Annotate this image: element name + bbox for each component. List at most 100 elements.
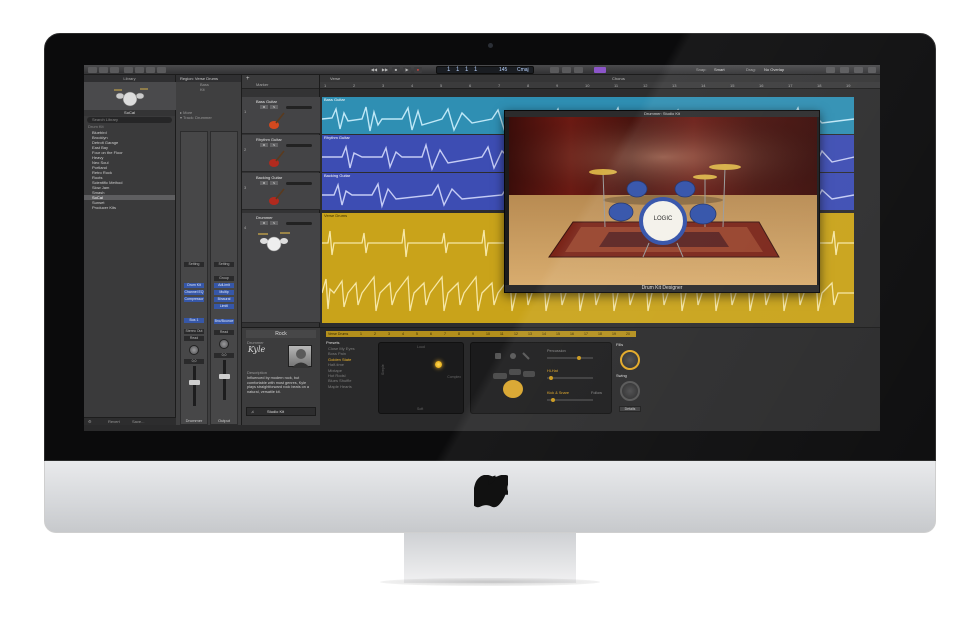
region-inspector-header[interactable]: Region: Verse Drums xyxy=(176,75,241,82)
stop-button[interactable]: ■ xyxy=(392,67,400,73)
editor-ruler[interactable]: Verse Drums 1 2 3 4 5 6 7 8 9 10 11 12 13 14 15 16 17 18 1… xyxy=(326,331,636,337)
lcd-tempo: 145 xyxy=(499,67,508,73)
kit-selector[interactable]: ♫ Studio Kit xyxy=(246,407,316,416)
slider-thumb[interactable] xyxy=(551,398,555,402)
description-label: Description xyxy=(247,370,268,375)
snap-select[interactable]: Smart xyxy=(714,67,725,72)
mute-button[interactable]: M xyxy=(260,105,268,109)
track-name: Bass Guitar xyxy=(256,99,277,104)
editor-ruler-number: 17 xyxy=(584,332,588,336)
editor-ruler-number: 13 xyxy=(528,332,532,336)
strip-output-slot[interactable]: Stereo Out xyxy=(184,329,204,334)
mixer-icon[interactable] xyxy=(146,67,155,73)
smart-controls-icon[interactable] xyxy=(135,67,144,73)
list-editors-icon[interactable] xyxy=(826,67,835,73)
track-header[interactable]: 3 Backing Guitar M S xyxy=(242,173,320,210)
count-in-button[interactable] xyxy=(594,67,606,73)
solo-button[interactable]: S xyxy=(270,181,278,185)
add-track-button[interactable]: + xyxy=(246,76,250,82)
loop-browser-icon[interactable] xyxy=(854,67,863,73)
rewind-button[interactable]: ◀◀ xyxy=(370,67,378,73)
track-header[interactable]: 1 Bass Guitar M S xyxy=(242,97,320,134)
strip-automation-read[interactable]: Read xyxy=(184,336,204,341)
solo-icon[interactable] xyxy=(574,67,583,73)
save-button[interactable]: Save... xyxy=(132,419,144,424)
preset-items: Close My Eyes Boss Pain Golden State Half-t… xyxy=(326,346,374,389)
swing-knob[interactable] xyxy=(620,381,640,401)
track-volume-slider[interactable] xyxy=(286,106,312,109)
drummer-avatar[interactable] xyxy=(288,345,312,368)
mute-button[interactable]: M xyxy=(260,143,268,147)
cycle-icon[interactable] xyxy=(550,67,559,73)
volume-fader[interactable] xyxy=(218,360,230,400)
mute-button[interactable]: M xyxy=(260,221,268,225)
play-button[interactable]: ▶ xyxy=(403,67,411,73)
revert-button[interactable]: Revert xyxy=(108,419,120,424)
volume-fader[interactable] xyxy=(188,366,200,406)
solo-button[interactable]: S xyxy=(270,221,278,225)
record-button[interactable]: ● xyxy=(414,67,422,73)
kick-snare-slider[interactable] xyxy=(547,398,593,402)
track-header[interactable]: 2 Rhythm Guitar M S xyxy=(242,135,320,172)
marker-chorus[interactable]: Chorus xyxy=(612,76,625,81)
info-button-icon[interactable] xyxy=(99,67,108,73)
strip-plugin-slot[interactable]: LimitI xyxy=(214,304,234,309)
strip-eq-slot[interactable]: Channel EQ xyxy=(184,290,204,295)
percussion-slider[interactable] xyxy=(547,356,593,360)
hihat-slider[interactable] xyxy=(547,376,593,380)
bar-ruler[interactable]: Verse Chorus 1 2 3 4 5 6 7 8 9 10 11 12 13 14 15 16 17 18… xyxy=(320,75,880,89)
preset-item[interactable]: Maple Hearts xyxy=(326,384,374,389)
fills-knob[interactable] xyxy=(620,350,640,370)
pan-knob[interactable] xyxy=(219,339,229,349)
complexity-loudness-pad[interactable]: Loud Soft Simple Complex xyxy=(378,342,464,414)
editor-ruler-number: 6 xyxy=(430,332,432,336)
notepad-icon[interactable] xyxy=(840,67,849,73)
track-volume-slider[interactable] xyxy=(286,144,312,147)
lcd-display[interactable]: 1 1 1 1 145 Cmaj xyxy=(436,66,534,74)
strip-instrument-slot[interactable]: Drum Kit xyxy=(184,283,204,288)
track-number: 2 xyxy=(244,147,247,152)
library-button-icon[interactable] xyxy=(88,67,97,73)
fader-handle[interactable] xyxy=(188,380,200,385)
kick-logo: LOGIC xyxy=(654,216,673,222)
toolbar-button-icon[interactable] xyxy=(124,67,133,73)
slider-thumb[interactable] xyxy=(549,376,553,380)
slider-thumb[interactable] xyxy=(577,356,581,360)
solo-button[interactable]: S xyxy=(270,143,278,147)
track-disclosure[interactable]: ▾ Track: Drummer xyxy=(176,115,241,120)
ruler-bar-number: 19 xyxy=(846,83,851,88)
tuner-icon[interactable] xyxy=(562,67,571,73)
library-search-input[interactable]: Search Library xyxy=(87,117,172,123)
pan-knob[interactable] xyxy=(189,345,199,355)
solo-button[interactable]: S xyxy=(270,105,278,109)
drag-select[interactable]: No Overlap xyxy=(764,67,784,72)
strip-send-slot[interactable]: Bus 1 xyxy=(184,318,204,323)
strip-compressor-slot[interactable]: Compressor xyxy=(184,297,204,302)
track-volume-slider[interactable] xyxy=(286,222,312,225)
strip-plugin-slot[interactable]: Binaural xyxy=(214,297,234,302)
strip-automation-read[interactable]: Read xyxy=(214,330,234,335)
region-label: Bass Guitar xyxy=(324,97,345,102)
fader-handle[interactable] xyxy=(218,374,230,379)
fast-forward-button[interactable]: ▶▶ xyxy=(381,67,389,73)
strip-setting-button[interactable]: Setting xyxy=(184,262,204,267)
editors-icon[interactable] xyxy=(157,67,166,73)
help-button-icon[interactable] xyxy=(110,67,119,73)
browsers-icon[interactable] xyxy=(868,67,876,73)
strip-plugin-slot[interactable]: Multip xyxy=(214,290,234,295)
region-label: Verse Drums xyxy=(324,213,348,218)
mute-button[interactable]: M xyxy=(260,181,268,185)
strip-plugin-slot[interactable]: AdLimit xyxy=(214,283,234,288)
track-volume-slider[interactable] xyxy=(286,182,312,185)
library-item[interactable]: Producer Kits xyxy=(84,205,175,210)
xy-puck[interactable] xyxy=(435,361,442,368)
strip-bounce-slot[interactable]: Bnc/Bounce xyxy=(214,319,234,324)
track-header[interactable]: 4 Drummer M S xyxy=(242,213,320,323)
marker-verse[interactable]: Verse xyxy=(330,76,340,81)
drum-kit-icon xyxy=(256,229,292,253)
gear-icon[interactable]: ⚙ xyxy=(88,419,92,424)
details-button[interactable]: Details xyxy=(619,406,641,412)
strip-group-slot[interactable]: Group xyxy=(214,276,234,281)
strip-setting-button[interactable]: Setting xyxy=(214,262,234,267)
genre-selector[interactable]: Rock xyxy=(246,330,316,338)
